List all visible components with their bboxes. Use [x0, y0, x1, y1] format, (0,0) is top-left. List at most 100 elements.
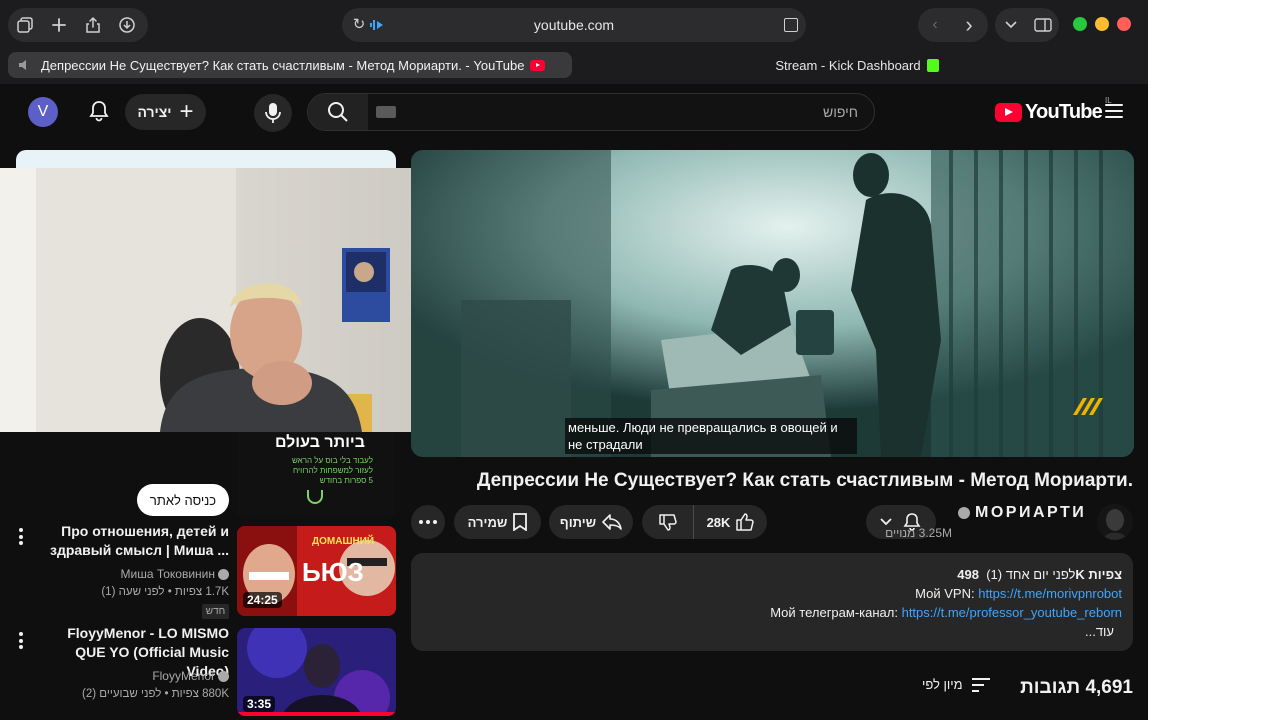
- recommended-video[interactable]: FloyyMenor - LO MISMO QUE YO (Official M…: [0, 625, 400, 720]
- save-button[interactable]: שמירה: [454, 505, 541, 539]
- downloads-icon[interactable]: [110, 8, 144, 42]
- voice-search-button[interactable]: [254, 94, 292, 132]
- more-options-icon[interactable]: [19, 632, 25, 652]
- video-description[interactable]: לפני יום אחד (1) 498K צפיות Мой VPN: htt…: [411, 553, 1133, 651]
- account-avatar[interactable]: V: [28, 97, 58, 127]
- ad-line: 5 ספרות בחודש: [319, 476, 373, 485]
- tab-bar: Депрессии Не Существует? Как стать счаст…: [8, 52, 1140, 78]
- create-button-label: יצירה: [137, 104, 172, 120]
- telegram-label: Мой телеграм-канал:: [770, 605, 898, 620]
- channel-name: FloyyMenor: [152, 669, 215, 683]
- vpn-label: Мой VPN:: [915, 586, 975, 601]
- minimize-window-button[interactable]: [1095, 17, 1109, 31]
- thumbs-up-icon: [736, 513, 755, 531]
- youtube-logo-text: YouTube: [1025, 100, 1103, 123]
- like-button[interactable]: 28K: [694, 505, 767, 539]
- zoom-window-button[interactable]: [1073, 17, 1087, 31]
- recommended-video-meta: 1.7K צפיות • לפני שעה (1): [101, 586, 229, 598]
- reader-mode-icon[interactable]: [784, 18, 798, 32]
- description-when: לפני יום אחד (1): [986, 567, 1076, 582]
- subscriber-count: 3.25M מנויים: [885, 526, 952, 540]
- description-vpn-line: Мой VPN: https://t.me/morivpnrobot: [915, 586, 1122, 601]
- description-more-button[interactable]: ...עוד: [1085, 624, 1114, 639]
- forward-icon[interactable]: ›: [952, 8, 986, 42]
- share-arrow-icon: [602, 514, 622, 530]
- recommended-video-channel[interactable]: FloyyMenor: [152, 669, 229, 683]
- channel-avatar[interactable]: [1097, 504, 1133, 540]
- url-text: youtube.com: [533, 17, 615, 33]
- new-tab-icon[interactable]: [42, 8, 76, 42]
- youtube-favicon-icon: [530, 59, 546, 71]
- recommended-video-channel[interactable]: Миша Токовинин: [120, 567, 229, 581]
- advertiser-logo: [307, 490, 323, 504]
- webcam-overlay: [0, 168, 469, 432]
- channel-name-text: МОРИАРТИ: [975, 504, 1087, 521]
- comments-count: 4,691 תגובות: [1020, 677, 1133, 698]
- svg-text:ДОМАШНИЙ: ДОМАШНИЙ: [312, 534, 374, 547]
- back-icon[interactable]: ‹: [918, 8, 952, 42]
- ad-headline: ביותר בעולם: [274, 434, 365, 451]
- verified-icon: [218, 568, 229, 580]
- ad-banner[interactable]: ביותר בעולם לעבוד בלי בוס על הראש לעזור …: [237, 432, 395, 516]
- recommended-video-meta: 880K צפיות • לפני שבועיים (2): [82, 688, 229, 700]
- desktop-background: [1148, 0, 1280, 720]
- search-button[interactable]: [308, 94, 368, 130]
- description-stats: לפני יום אחד (1) 498K צפיות: [957, 567, 1122, 582]
- hamburger-menu-icon[interactable]: [1105, 104, 1123, 118]
- sidebar-group: [995, 8, 1059, 42]
- save-label: שמירה: [467, 514, 508, 530]
- new-badge: חדש: [202, 604, 229, 619]
- video-duration: 24:25: [243, 592, 282, 608]
- channel-name: Миша Токовинин: [120, 567, 216, 581]
- share-icon[interactable]: [76, 8, 110, 42]
- youtube-logo[interactable]: YouTube IL: [995, 96, 1112, 124]
- address-bar[interactable]: ↻ youtube.com: [342, 8, 806, 42]
- tab-youtube-label: Депрессии Не Существует? Как стать счаст…: [41, 57, 525, 73]
- search-input[interactable]: חיפוש: [823, 104, 858, 120]
- notifications-bell-icon[interactable]: [84, 96, 114, 126]
- kick-favicon-icon: [926, 58, 939, 72]
- toolbar-left-group: [8, 8, 148, 42]
- ad-line: לעבוד בלי בוס על הראש: [292, 456, 373, 465]
- sidebar-icon[interactable]: [1027, 8, 1059, 42]
- tab-youtube[interactable]: Депрессии Не Существует? Как стать счаст…: [8, 52, 572, 78]
- video-title: Депрессии Не Существует? Как стать счаст…: [476, 470, 1133, 491]
- thumbs-down-icon: [658, 514, 677, 531]
- verified-icon: [218, 670, 229, 682]
- close-window-button[interactable]: [1117, 17, 1131, 31]
- youtube-play-icon: [995, 102, 1022, 122]
- keyboard-icon[interactable]: [376, 106, 396, 118]
- vpn-link[interactable]: https://t.me/morivpnrobot: [978, 586, 1122, 601]
- video-subtitles: меньше. Люди не превращались в овощей и …: [565, 418, 857, 454]
- tab-kick-label: Stream - Kick Dashboard: [775, 57, 921, 73]
- recommended-video[interactable]: Про отношения, детей и здравый смысл | М…: [0, 523, 400, 620]
- tabs-overview-icon[interactable]: [8, 8, 42, 42]
- browser-window: ↻ youtube.com ‹ › Депрессии Не Существуе…: [0, 0, 1148, 720]
- chevron-down-icon: [880, 518, 892, 526]
- share-button[interactable]: שיתוף: [549, 505, 633, 539]
- sort-by-button[interactable]: מיון לפי: [922, 677, 991, 692]
- speaker-icon[interactable]: [18, 59, 32, 71]
- microphone-icon: [265, 103, 281, 123]
- video-player[interactable]: [411, 150, 1134, 457]
- more-options-icon[interactable]: [19, 528, 25, 548]
- telegram-link[interactable]: https://t.me/professor_youtube_reborn: [902, 605, 1122, 620]
- ad-visit-site-button[interactable]: כניסה לאתר: [137, 484, 229, 516]
- description-telegram-line: Мой телеграм-канал: https://t.me/profess…: [770, 605, 1122, 620]
- channel-name-link[interactable]: МОРИАРТИ: [958, 504, 1086, 522]
- history-nav-group: ‹ ›: [918, 8, 988, 42]
- chevron-down-icon[interactable]: [995, 8, 1027, 42]
- like-count: 28K: [706, 514, 731, 530]
- dislike-button[interactable]: [642, 505, 694, 539]
- svg-text:ЬЮЗ: ЬЮЗ: [302, 557, 364, 587]
- video-duration: 3:35: [243, 696, 276, 712]
- search-box[interactable]: חיפוש: [307, 93, 875, 131]
- recommended-video-title[interactable]: Про отношения, детей и здравый смысл | М…: [40, 522, 229, 560]
- tab-kick[interactable]: Stream - Kick Dashboard: [574, 52, 1140, 78]
- create-button[interactable]: יצירה +: [125, 94, 206, 130]
- share-label: שיתוף: [559, 514, 597, 530]
- sort-icon: [971, 677, 990, 692]
- more-actions-button[interactable]: [411, 505, 445, 539]
- sort-by-label: מיון לפי: [922, 677, 963, 692]
- more-horizontal-icon: [419, 520, 437, 524]
